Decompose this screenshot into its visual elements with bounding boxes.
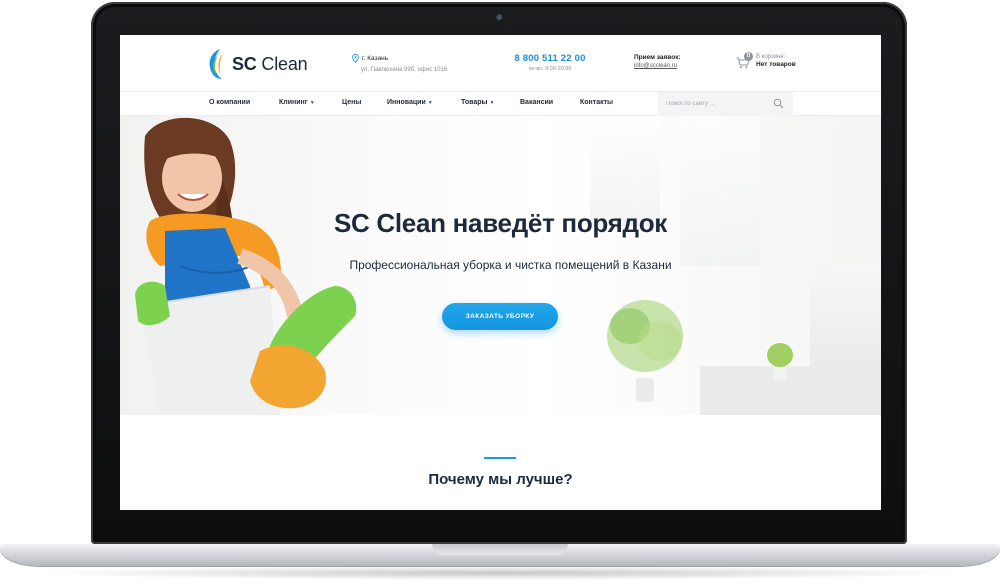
chevron-down-icon: ▼: [427, 100, 433, 106]
site-header: SC Clean г. Казань ул. Павлюхина 99б, оф…: [120, 35, 881, 91]
orders-label: Прием заявок:: [634, 54, 681, 61]
bg-window: [680, 116, 760, 266]
orders-block: Прием заявок: info@scclean.ru: [634, 54, 714, 69]
address-block: г. Казань ул. Павлюхина 99б, офис 1016: [352, 54, 472, 73]
laptop-shadow: [30, 566, 970, 580]
address-city: г. Казань: [352, 54, 472, 63]
working-hours: пн-вс: 9:00-20:00: [528, 66, 572, 72]
phone-block: 8 800 511 22 00 пн-вс: 9:00-20:00: [510, 53, 590, 72]
cart-count-badge: 0: [744, 52, 753, 61]
search-box: [658, 92, 793, 116]
logo-swirl-icon: [209, 49, 223, 79]
small-plant-image: [767, 343, 793, 381]
hero-banner: SC Clean наведёт порядок Профессиональна…: [120, 116, 881, 415]
website-screen: SC Clean г. Казань ул. Павлюхина 99б, оф…: [120, 35, 881, 510]
hero-subtitle: Профессиональная уборка и чистка помещен…: [349, 258, 672, 272]
laptop-notch: [432, 544, 568, 555]
logo-text: SC Clean: [232, 53, 308, 74]
nav-item-innovations[interactable]: Инновации ▼: [387, 99, 433, 106]
order-cleaning-button[interactable]: ЗАКАЗАТЬ УБОРКУ: [442, 303, 558, 330]
cart-icon: 0: [736, 52, 753, 69]
webcam: [496, 14, 504, 22]
nav-item-contacts[interactable]: Контакты: [580, 99, 613, 106]
location-pin-icon: [352, 54, 359, 63]
nav-item-cleaning[interactable]: Клининг ▼: [279, 99, 315, 106]
logo[interactable]: SC Clean: [206, 45, 316, 83]
section-accent-line: [484, 457, 516, 459]
address-street: ул. Павлюхина 99б, офис 1016: [361, 67, 448, 73]
chevron-down-icon: ▼: [489, 100, 495, 106]
hero-title: SC Clean наведёт порядок: [333, 208, 668, 238]
bg-cabinet: [810, 266, 881, 376]
orders-email-link[interactable]: info@scclean.ru: [634, 63, 714, 69]
section-title: Почему мы лучше?: [428, 471, 573, 488]
nav-item-about[interactable]: О компании: [209, 99, 250, 106]
search-icon[interactable]: [773, 98, 784, 109]
cart-widget[interactable]: 0 В корзине: Нет товаров: [736, 52, 856, 69]
nav-item-prices[interactable]: Цены: [342, 99, 361, 106]
plant-image: [607, 300, 683, 402]
main-nav: О компании Клининг ▼ Цены Инновации ▼ Това…: [120, 91, 881, 116]
search-input[interactable]: [666, 98, 766, 110]
cart-label: В корзине:: [756, 54, 786, 60]
phone-number[interactable]: 8 800 511 22 00: [510, 53, 590, 64]
cart-status: Нет товаров: [756, 61, 796, 68]
nav-item-vacancies[interactable]: Вакансии: [520, 99, 553, 106]
chevron-down-icon: ▼: [309, 100, 315, 106]
nav-item-products[interactable]: Товары ▼: [461, 99, 494, 106]
